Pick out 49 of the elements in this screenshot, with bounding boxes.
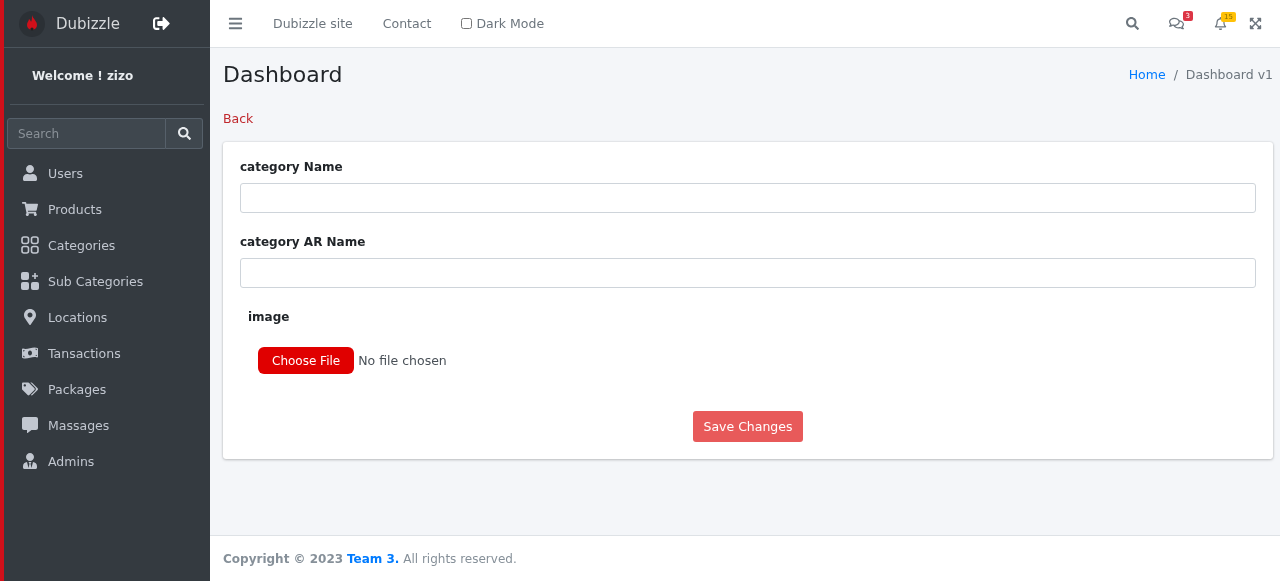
flame-logo-icon <box>18 9 46 38</box>
breadcrumb-current: Dashboard v1 <box>1185 67 1273 82</box>
back-link[interactable]: Back <box>223 111 1273 126</box>
fullscreen-icon[interactable] <box>1249 17 1262 30</box>
user-tie-icon <box>22 453 38 469</box>
choose-file-button[interactable]: Choose File <box>258 347 355 374</box>
footer-text: Copyright © 2023 Team 3. All rights reserved. <box>223 551 517 566</box>
sidebar-item[interactable]: Users <box>4 155 210 191</box>
money-icon <box>22 345 38 361</box>
bell-icon[interactable] <box>1214 17 1227 30</box>
search-field[interactable]: Search <box>7 118 166 149</box>
sidebar-item[interactable]: Sub Categories <box>4 263 210 299</box>
tags-icon <box>22 381 38 397</box>
sidebar-item[interactable]: Admins <box>4 443 210 479</box>
page-title: Dashboard <box>223 62 343 87</box>
user-icon <box>22 165 38 181</box>
sidebar-item[interactable]: Locations <box>4 299 210 335</box>
brand-name: Dubizzle <box>56 14 121 33</box>
map-pin-icon <box>22 309 38 325</box>
input-field[interactable] <box>240 258 1256 288</box>
nav-link[interactable]: Contact <box>382 16 432 31</box>
search-icon[interactable] <box>1126 17 1139 30</box>
logout-icon[interactable] <box>153 15 170 32</box>
menu-icon[interactable] <box>228 16 243 31</box>
grid-plus-icon <box>21 272 39 290</box>
save-button[interactable]: Save Changes <box>693 411 803 442</box>
dark-mode-toggle[interactable]: Dark Mode <box>461 16 545 31</box>
search-button[interactable] <box>166 118 203 149</box>
sidebar-item[interactable]: Products <box>4 191 210 227</box>
footer-link[interactable]: Team 3. <box>346 551 400 566</box>
welcome-text: Welcome ! zizo <box>32 69 134 83</box>
field-label: category AR Name <box>240 235 367 249</box>
breadcrumb-link[interactable]: Home <box>1128 67 1166 82</box>
checkbox[interactable] <box>461 18 473 29</box>
sidebar-item[interactable]: Categories <box>4 227 210 263</box>
sidebar-item[interactable]: Tansactions <box>4 335 210 371</box>
breadcrumb-separator: / <box>1173 67 1178 82</box>
sidebar-item[interactable]: Packages <box>4 371 210 407</box>
field-label: category Name <box>240 160 344 174</box>
sidebar-item[interactable]: Massages <box>4 407 210 443</box>
file-status: No file chosen <box>358 353 447 368</box>
cart-icon <box>22 201 38 217</box>
nav-link[interactable]: Dubizzle site <box>273 16 353 31</box>
comment-icon <box>22 417 38 433</box>
search-icon <box>177 127 191 140</box>
chat-icon[interactable] <box>1169 16 1184 31</box>
input-field[interactable] <box>240 183 1256 213</box>
field-label: image <box>248 310 291 324</box>
grid-icon <box>21 236 39 254</box>
